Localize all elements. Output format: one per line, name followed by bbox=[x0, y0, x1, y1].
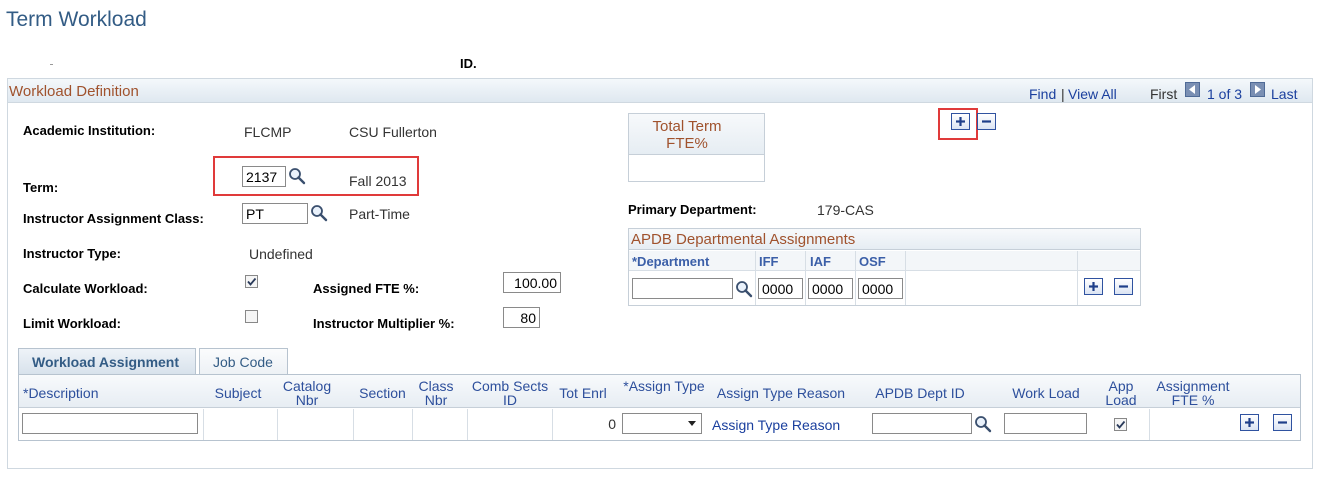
instructor-assignment-class-lookup-icon[interactable] bbox=[310, 204, 328, 222]
apdb-divider bbox=[905, 251, 906, 305]
grid-divider bbox=[1149, 409, 1150, 440]
apdb-iaf-input[interactable] bbox=[808, 278, 853, 299]
apdb-col-osf: OSF bbox=[859, 254, 886, 269]
tab-job-code[interactable]: Job Code bbox=[199, 348, 288, 374]
apdb-dept-id-lookup-icon[interactable] bbox=[974, 415, 992, 433]
apdb-add-row-button[interactable] bbox=[1084, 278, 1103, 295]
apdb-iff-input[interactable] bbox=[758, 278, 803, 299]
instructor-assignment-class-description: Part-Time bbox=[349, 206, 410, 222]
grid-divider bbox=[467, 409, 468, 440]
grid-divider bbox=[552, 409, 553, 440]
grid-divider bbox=[353, 409, 354, 440]
instructor-assignment-class-label: Instructor Assignment Class: bbox=[23, 211, 204, 226]
instructor-type-label: Instructor Type: bbox=[23, 246, 121, 261]
next-arrow-icon[interactable] bbox=[1250, 82, 1265, 97]
term-input[interactable] bbox=[242, 166, 286, 187]
tab-workload-assignment[interactable]: Workload Assignment bbox=[18, 348, 196, 374]
calculate-workload-label: Calculate Workload: bbox=[23, 281, 148, 296]
grid-delete-row-button[interactable] bbox=[1273, 414, 1292, 431]
delete-row-button[interactable] bbox=[977, 113, 996, 130]
academic-institution-code: FLCMP bbox=[244, 124, 292, 140]
id-label: ID. bbox=[460, 56, 477, 71]
col-work-load: Work Load bbox=[1012, 385, 1080, 401]
col-description: *Description bbox=[23, 385, 99, 401]
last-link[interactable]: Last bbox=[1271, 86, 1297, 102]
col-section: Section bbox=[359, 385, 406, 401]
first-label: First bbox=[1150, 86, 1178, 102]
col-apdb-dept-id: APDB Dept ID bbox=[875, 385, 965, 401]
col-subject: Subject bbox=[214, 385, 262, 401]
apdb-delete-row-button[interactable] bbox=[1114, 278, 1133, 295]
term-label: Term: bbox=[23, 180, 59, 195]
grid-divider bbox=[203, 409, 204, 440]
apdb-col-iaf: IAF bbox=[810, 254, 831, 269]
calculate-workload-checkbox[interactable] bbox=[245, 275, 258, 288]
tot-enrl-value: 0 bbox=[608, 416, 616, 432]
instructor-assignment-class-input[interactable] bbox=[242, 203, 308, 224]
assign-type-reason-link[interactable]: Assign Type Reason bbox=[712, 417, 840, 433]
term-lookup-icon[interactable] bbox=[288, 167, 306, 185]
find-link[interactable]: Find bbox=[1029, 86, 1056, 102]
dropdown-arrow-icon bbox=[688, 421, 696, 426]
col-assign-type: *Assign Type bbox=[623, 378, 705, 394]
total-term-fte-title: Total Term FTE% bbox=[652, 118, 722, 152]
assign-type-select[interactable] bbox=[622, 413, 702, 434]
view-all-link[interactable]: View All bbox=[1068, 86, 1117, 102]
work-load-input[interactable] bbox=[1004, 413, 1087, 434]
record-counter: 1 of 3 bbox=[1207, 86, 1243, 102]
col-assign-type-reason: Assign Type Reason bbox=[716, 385, 846, 401]
col-class-nbr: Class Nbr bbox=[418, 378, 454, 408]
previous-arrow-icon[interactable] bbox=[1185, 82, 1200, 97]
col-tot-enrl: Tot Enrl bbox=[559, 385, 607, 401]
instructor-type-value: Undefined bbox=[249, 246, 313, 262]
apdb-divider bbox=[855, 251, 856, 305]
apdb-department-lookup-icon[interactable] bbox=[735, 280, 753, 298]
instructor-multiplier-input[interactable] bbox=[503, 307, 540, 328]
grid-add-row-button[interactable] bbox=[1240, 414, 1259, 431]
col-app-load: App Load bbox=[1105, 378, 1137, 408]
apdb-col-department: *Department bbox=[632, 254, 710, 269]
name-placeholder-mark bbox=[50, 64, 53, 65]
instructor-multiplier-label: Instructor Multiplier %: bbox=[313, 316, 455, 331]
assigned-fte-input[interactable] bbox=[503, 272, 561, 293]
primary-department-value: 179-CAS bbox=[817, 202, 874, 218]
apdb-col-iff: IFF bbox=[759, 254, 779, 269]
apdb-assignments-title: APDB Departmental Assignments bbox=[631, 231, 856, 248]
grid-divider bbox=[277, 409, 278, 440]
col-assignment-fte: Assignment FTE % bbox=[1156, 378, 1230, 408]
limit-workload-checkbox[interactable] bbox=[245, 310, 258, 323]
description-input[interactable] bbox=[22, 413, 198, 434]
page-title: Term Workload bbox=[6, 8, 147, 31]
academic-institution-name: CSU Fullerton bbox=[349, 124, 437, 140]
col-catalog-nbr: Catalog Nbr bbox=[282, 378, 332, 408]
workload-definition-title: Workload Definition bbox=[9, 83, 139, 100]
limit-workload-label: Limit Workload: bbox=[23, 316, 121, 331]
apdb-divider bbox=[805, 251, 806, 305]
apdb-department-input[interactable] bbox=[632, 278, 733, 299]
apdb-divider bbox=[1077, 251, 1078, 305]
term-description: Fall 2013 bbox=[349, 173, 407, 189]
apdb-dept-id-input[interactable] bbox=[872, 413, 972, 434]
assigned-fte-label: Assigned FTE %: bbox=[313, 281, 420, 296]
grid-divider bbox=[412, 409, 413, 440]
primary-department-label: Primary Department: bbox=[628, 202, 757, 217]
apdb-osf-input[interactable] bbox=[858, 278, 903, 299]
apdb-divider bbox=[755, 251, 756, 305]
col-comb-sects-id: Comb Sects ID bbox=[471, 378, 549, 408]
nav-separator: | bbox=[1061, 86, 1065, 102]
academic-institution-label: Academic Institution: bbox=[23, 123, 156, 138]
add-row-button[interactable] bbox=[951, 113, 970, 130]
app-load-checkbox[interactable] bbox=[1114, 418, 1127, 431]
